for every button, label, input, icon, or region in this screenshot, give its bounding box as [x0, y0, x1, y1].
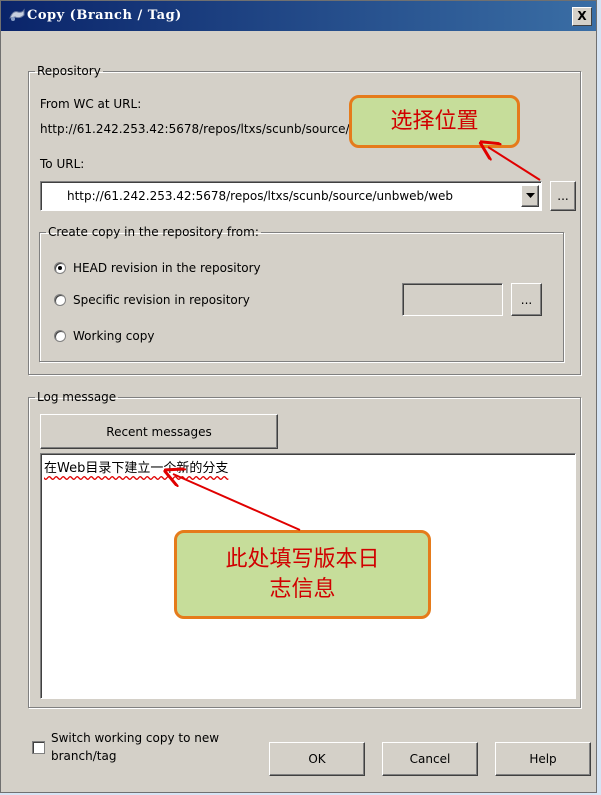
to-url-input[interactable]: http://61.242.253.42:5678/repos/ltxs/scu…: [67, 189, 453, 203]
copy-from-legend: Create copy in the repository from:: [48, 225, 259, 239]
close-icon: X: [577, 9, 587, 23]
revision-input[interactable]: [402, 283, 503, 316]
to-url-browse-button[interactable]: ...: [550, 181, 576, 211]
switch-working-copy-checkbox[interactable]: [32, 741, 45, 754]
specific-revision-label[interactable]: Specific revision in repository: [73, 293, 250, 307]
switch-label-line2[interactable]: branch/tag: [51, 749, 116, 763]
to-url-label: To URL:: [40, 157, 85, 171]
to-url-combobox[interactable]: http://61.242.253.42:5678/repos/ltxs/scu…: [40, 181, 542, 211]
head-revision-radio[interactable]: [54, 262, 66, 274]
switch-label-line1[interactable]: Switch working copy to new: [51, 731, 219, 745]
cancel-button[interactable]: Cancel: [382, 742, 478, 776]
close-button[interactable]: X: [572, 7, 592, 26]
to-url-dropdown-button[interactable]: [521, 185, 539, 207]
from-wc-label-text: From WC at URL:: [39, 97, 142, 111]
log-info-callout: 此处填写版本日志信息: [174, 530, 431, 619]
app-icon: [9, 8, 25, 26]
help-button[interactable]: Help: [495, 742, 591, 776]
log-message-legend: Log message: [37, 390, 117, 404]
from-wc-label: FFrom WC at URL:: [39, 97, 142, 111]
title-bar: Copy (Branch / Tag) X: [1, 1, 596, 31]
specific-revision-radio[interactable]: [54, 294, 66, 306]
select-location-callout: 选择位置: [349, 95, 520, 148]
recent-messages-button[interactable]: Recent messages: [40, 414, 278, 449]
log-message-text: 在Web目录下建立一个新的分支: [44, 461, 229, 476]
window-title: Copy (Branch / Tag): [27, 8, 182, 23]
working-copy-label[interactable]: Working copy: [73, 329, 154, 343]
head-revision-label[interactable]: HEAD revision in the repository: [73, 261, 261, 275]
repository-legend: Repository: [37, 64, 101, 78]
ok-button[interactable]: OK: [269, 742, 365, 776]
revision-browse-button[interactable]: ...: [511, 283, 542, 316]
working-copy-radio[interactable]: [54, 330, 66, 342]
chevron-down-icon: [525, 193, 535, 198]
